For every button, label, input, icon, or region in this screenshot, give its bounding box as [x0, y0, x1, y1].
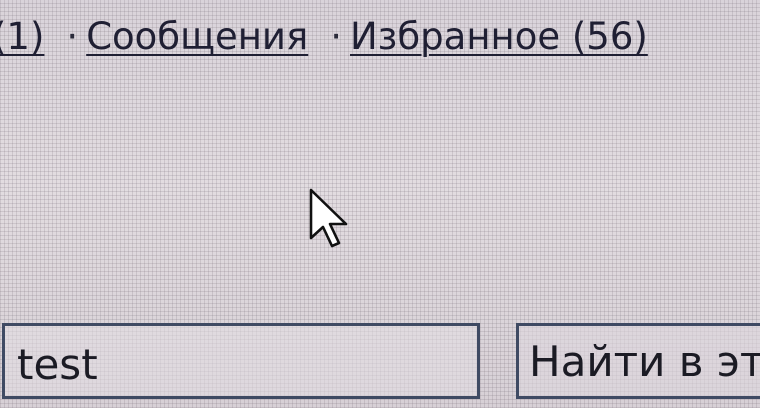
nav-separator: ·	[330, 15, 342, 58]
nav-link-messages[interactable]: Сообщения	[86, 15, 308, 58]
nav-separator: ·	[66, 15, 79, 58]
top-nav-links: (1)·Сообщения·Избранное (56)	[0, 12, 760, 62]
search-button[interactable]: Найти в эт	[516, 323, 760, 399]
arrow-cursor-icon	[309, 188, 348, 248]
nav-link-count[interactable]: (1)	[0, 15, 44, 58]
search-input[interactable]	[2, 323, 480, 399]
nav-link-favorites[interactable]: Избранное (56)	[350, 15, 648, 58]
